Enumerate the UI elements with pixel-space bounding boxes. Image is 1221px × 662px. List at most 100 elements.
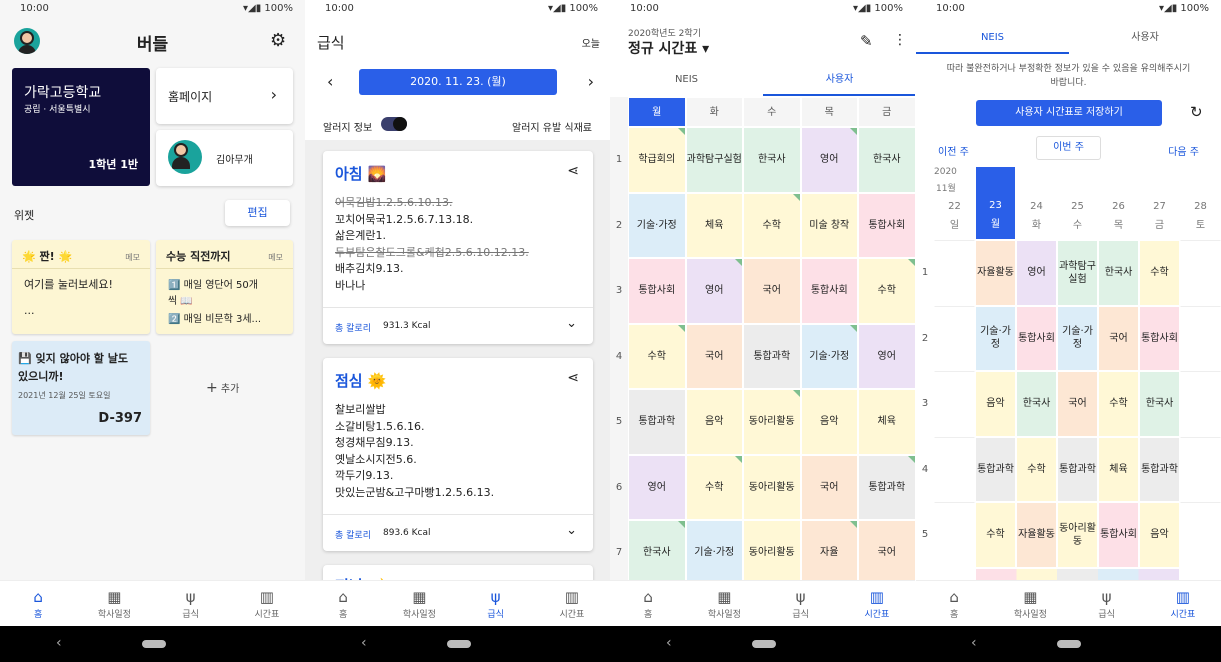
neis-cell[interactable]: 음악 xyxy=(975,371,1016,437)
neis-cell[interactable]: 기술·가정 xyxy=(975,305,1016,371)
nav-home[interactable]: ⌂ 홈 xyxy=(305,581,381,626)
nav-calendar[interactable]: ▦ 학사일정 xyxy=(992,581,1068,626)
timetable-cell[interactable]: 수학 xyxy=(858,258,915,324)
add-widget-button[interactable]: + 추가 xyxy=(206,380,239,396)
timetable-cell[interactable]: 국어 xyxy=(800,454,858,520)
neis-cell[interactable]: 기술·가정 xyxy=(1057,305,1098,371)
settings-gear-icon[interactable]: ⚙ xyxy=(270,30,286,51)
neis-cell[interactable]: 자율활동 xyxy=(1016,502,1057,568)
neis-cell[interactable]: 한국사 xyxy=(1139,371,1180,437)
chevron-down-icon[interactable]: ⌄ xyxy=(566,523,577,538)
neis-cell[interactable]: 국어 xyxy=(1057,371,1098,437)
neis-cell[interactable]: 수학 xyxy=(1016,436,1057,502)
edit-pencil-icon[interactable]: ✎ xyxy=(860,32,873,50)
back-icon[interactable]: ‹ xyxy=(666,635,672,651)
user-card[interactable]: 김아무개 xyxy=(156,130,293,186)
timetable-cell[interactable]: 음악 xyxy=(685,389,743,455)
memo-card-1[interactable]: 🌟 짠! 🌟 메모 여기를 눌러보세요! ... xyxy=(12,240,150,334)
neis-cell[interactable]: 음악 xyxy=(1139,502,1180,568)
timetable-cell[interactable]: 영어 xyxy=(800,127,858,193)
timetable-cell[interactable]: 수학 xyxy=(628,323,686,389)
neis-cell[interactable]: 한국사 xyxy=(1098,240,1139,306)
timetable-cell[interactable]: 체육 xyxy=(685,192,743,258)
neis-cell[interactable]: 수학 xyxy=(975,502,1016,568)
timetable-cell[interactable]: 한국사 xyxy=(743,127,801,193)
timetable-cell[interactable]: 기술·가정 xyxy=(628,192,686,258)
nav-calendar[interactable]: ▦ 학사일정 xyxy=(76,581,152,626)
nav-home[interactable]: ⌂ 홈 xyxy=(916,581,992,626)
nav-meal[interactable]: ψ 급식 xyxy=(1069,581,1145,626)
back-icon[interactable]: ‹ xyxy=(971,635,977,651)
nav-timetable[interactable]: ▥ 시간표 xyxy=(229,581,305,626)
neis-cell[interactable]: 통합사회 xyxy=(1139,305,1180,371)
home-pill[interactable] xyxy=(447,640,471,648)
neis-cell[interactable]: 동아리활 동 xyxy=(1057,502,1098,568)
timetable-cell[interactable]: 한국사 xyxy=(858,127,915,193)
date-column-1[interactable]: 23 월 xyxy=(975,166,1016,240)
neis-cell[interactable]: 자율활동 xyxy=(975,240,1016,306)
timetable-cell[interactable]: 한국사 xyxy=(628,520,686,586)
neis-cell[interactable]: 과학탐구 실험 xyxy=(1057,240,1098,306)
neis-cell[interactable]: 한국사 xyxy=(1016,371,1057,437)
tab-user[interactable]: 사용자 xyxy=(1069,24,1221,54)
school-card[interactable]: 가락고등학교 공립 · 서울특별시 1학년 1반 xyxy=(12,68,150,186)
this-week-button[interactable]: 이번 주 xyxy=(1036,136,1101,160)
neis-cell[interactable]: 통합과학 xyxy=(975,436,1016,502)
neis-cell[interactable]: 체육 xyxy=(1098,436,1139,502)
home-pill[interactable] xyxy=(752,640,776,648)
tab-neis[interactable]: NEIS xyxy=(916,24,1069,54)
timetable-cell[interactable]: 통합사회 xyxy=(858,192,915,258)
timetable-cell[interactable]: 영어 xyxy=(858,323,915,389)
date-column-5[interactable]: 27 금 xyxy=(1139,166,1180,240)
timetable-cell[interactable]: 학급회의 xyxy=(628,127,686,193)
neis-cell[interactable]: 통합과학 xyxy=(1057,436,1098,502)
date-column-0[interactable]: 22 일 xyxy=(934,166,975,240)
edit-button[interactable]: 편집 xyxy=(225,200,290,226)
timetable-cell[interactable]: 동아리활동 xyxy=(743,520,801,586)
timetable-cell[interactable]: 통합과학 xyxy=(858,454,915,520)
save-to-user-button[interactable]: 사용자 시간표로 저장하기 xyxy=(976,100,1162,126)
timetable-selector[interactable]: 정규 시간표 ▾ xyxy=(628,38,709,58)
timetable-cell[interactable]: 수학 xyxy=(685,454,743,520)
timetable-cell[interactable]: 음악 xyxy=(800,389,858,455)
timetable-cell[interactable]: 국어 xyxy=(685,323,743,389)
chevron-right-icon[interactable]: › xyxy=(588,72,594,91)
timetable-cell[interactable]: 통합사회 xyxy=(800,258,858,324)
homepage-button[interactable]: 홈페이지 › xyxy=(156,68,293,124)
allergy-toggle[interactable] xyxy=(381,117,407,131)
date-column-2[interactable]: 24 화 xyxy=(1016,166,1057,240)
timetable-cell[interactable]: 통합과학 xyxy=(743,323,801,389)
neis-cell[interactable]: 통합사회 xyxy=(1098,502,1139,568)
neis-cell[interactable]: 수학 xyxy=(1098,371,1139,437)
timetable-cell[interactable]: 체육 xyxy=(858,389,915,455)
timetable-cell[interactable]: 자율 xyxy=(800,520,858,586)
timetable-cell[interactable]: 통합사회 xyxy=(628,258,686,324)
date-column-4[interactable]: 26 목 xyxy=(1098,166,1139,240)
timetable-cell[interactable]: 기술·가정 xyxy=(800,323,858,389)
share-icon[interactable]: ⋖ xyxy=(567,163,579,179)
neis-cell[interactable]: 국어 xyxy=(1098,305,1139,371)
home-pill[interactable] xyxy=(1057,640,1081,648)
neis-cell[interactable]: 통합과학 xyxy=(1139,436,1180,502)
timetable-cell[interactable]: 영어 xyxy=(628,454,686,520)
nav-timetable[interactable]: ▥ 시간표 xyxy=(534,581,610,626)
neis-cell[interactable]: 수학 xyxy=(1139,240,1180,306)
timetable-cell[interactable]: 국어 xyxy=(743,258,801,324)
nav-meal[interactable]: ψ 급식 xyxy=(153,581,229,626)
timetable-cell[interactable]: 수학 xyxy=(743,192,801,258)
date-column-3[interactable]: 25 수 xyxy=(1057,166,1098,240)
back-icon[interactable]: ‹ xyxy=(361,635,367,651)
neis-cell[interactable]: 통합사회 xyxy=(1016,305,1057,371)
nav-meal[interactable]: ψ 급식 xyxy=(458,581,534,626)
neis-cell[interactable]: 영어 xyxy=(1016,240,1057,306)
nav-timetable[interactable]: ▥ 시간표 xyxy=(839,581,915,626)
nav-calendar[interactable]: ▦ 학사일정 xyxy=(381,581,457,626)
timetable-cell[interactable]: 과학탐구실험 xyxy=(685,127,743,193)
nav-timetable[interactable]: ▥ 시간표 xyxy=(1145,581,1221,626)
nav-home[interactable]: ⌂ 홈 xyxy=(0,581,76,626)
date-column-6[interactable]: 28 토 xyxy=(1180,166,1221,240)
prev-week-button[interactable]: 이전 주 xyxy=(938,143,969,158)
nav-home[interactable]: ⌂ 홈 xyxy=(610,581,686,626)
allergy-food-link[interactable]: 알러지 유발 식재료 xyxy=(512,119,592,134)
chevron-down-icon[interactable]: ⌄ xyxy=(566,316,577,331)
